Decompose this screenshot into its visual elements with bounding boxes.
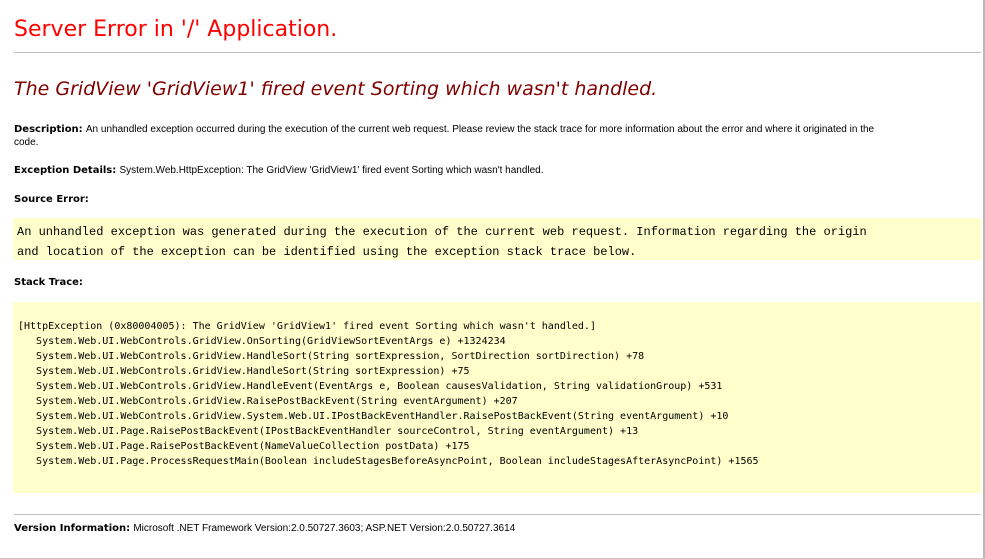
exception-details-label: Exception Details: [14, 165, 117, 176]
source-error-code: An unhandled exception was generated dur… [13, 218, 981, 262]
server-error-title: Server Error in '/' Application. [14, 17, 338, 42]
stack-trace-line: System.Web.UI.WebControls.GridView.Raise… [18, 396, 518, 407]
stack-trace-line: [HttpException (0x80004005): The GridVie… [18, 321, 596, 332]
title-divider [14, 52, 981, 53]
description-label: Description: [14, 124, 83, 135]
source-error-box: An unhandled exception was generated dur… [13, 218, 981, 260]
stack-trace-section: Stack Trace: [14, 276, 83, 289]
version-information-section: Version Information: Microsoft .NET Fram… [14, 522, 515, 535]
stack-trace-line: System.Web.UI.WebControls.GridView.Handl… [18, 381, 723, 392]
stack-trace-code: [HttpException (0x80004005): The GridVie… [13, 302, 981, 469]
stack-trace-line: System.Web.UI.WebControls.GridView.Handl… [18, 366, 470, 377]
stack-trace-line: System.Web.UI.Page.RaisePostBackEvent(Na… [18, 441, 470, 452]
stack-trace-box: [HttpException (0x80004005): The GridVie… [13, 302, 981, 493]
exception-details-text: System.Web.HttpException: The GridView '… [119, 165, 544, 176]
description-text: An unhandled exception occurred during t… [85, 124, 875, 135]
stack-trace-line: System.Web.UI.Page.ProcessRequestMain(Bo… [18, 456, 759, 467]
version-information-label: Version Information: [14, 523, 131, 534]
stack-trace-line: System.Web.UI.WebControls.GridView.Syste… [18, 411, 729, 422]
stack-trace-line: System.Web.UI.WebControls.GridView.OnSor… [18, 336, 506, 347]
error-page: Server Error in '/' Application. The Gri… [0, 0, 983, 558]
stack-trace-line: System.Web.UI.WebControls.GridView.Handl… [18, 351, 645, 362]
stack-trace-line: System.Web.UI.Page.RaisePostBackEvent(IP… [18, 426, 639, 437]
version-divider [14, 514, 981, 515]
description-section: Description: An unhandled exception occu… [14, 123, 974, 149]
source-error-label: Source Error: [14, 194, 89, 205]
source-error-line: An unhandled exception was generated dur… [17, 225, 867, 239]
exception-details-section: Exception Details: System.Web.HttpExcept… [14, 164, 544, 177]
stack-trace-label: Stack Trace: [14, 277, 83, 288]
description-text-cont: code. [14, 137, 39, 148]
source-error-section: Source Error: [14, 193, 89, 206]
version-information-text: Microsoft .NET Framework Version:2.0.507… [133, 523, 516, 534]
error-message-heading: The GridView 'GridView1' fired event Sor… [14, 78, 658, 100]
source-error-line: and location of the exception can be ide… [17, 245, 637, 259]
